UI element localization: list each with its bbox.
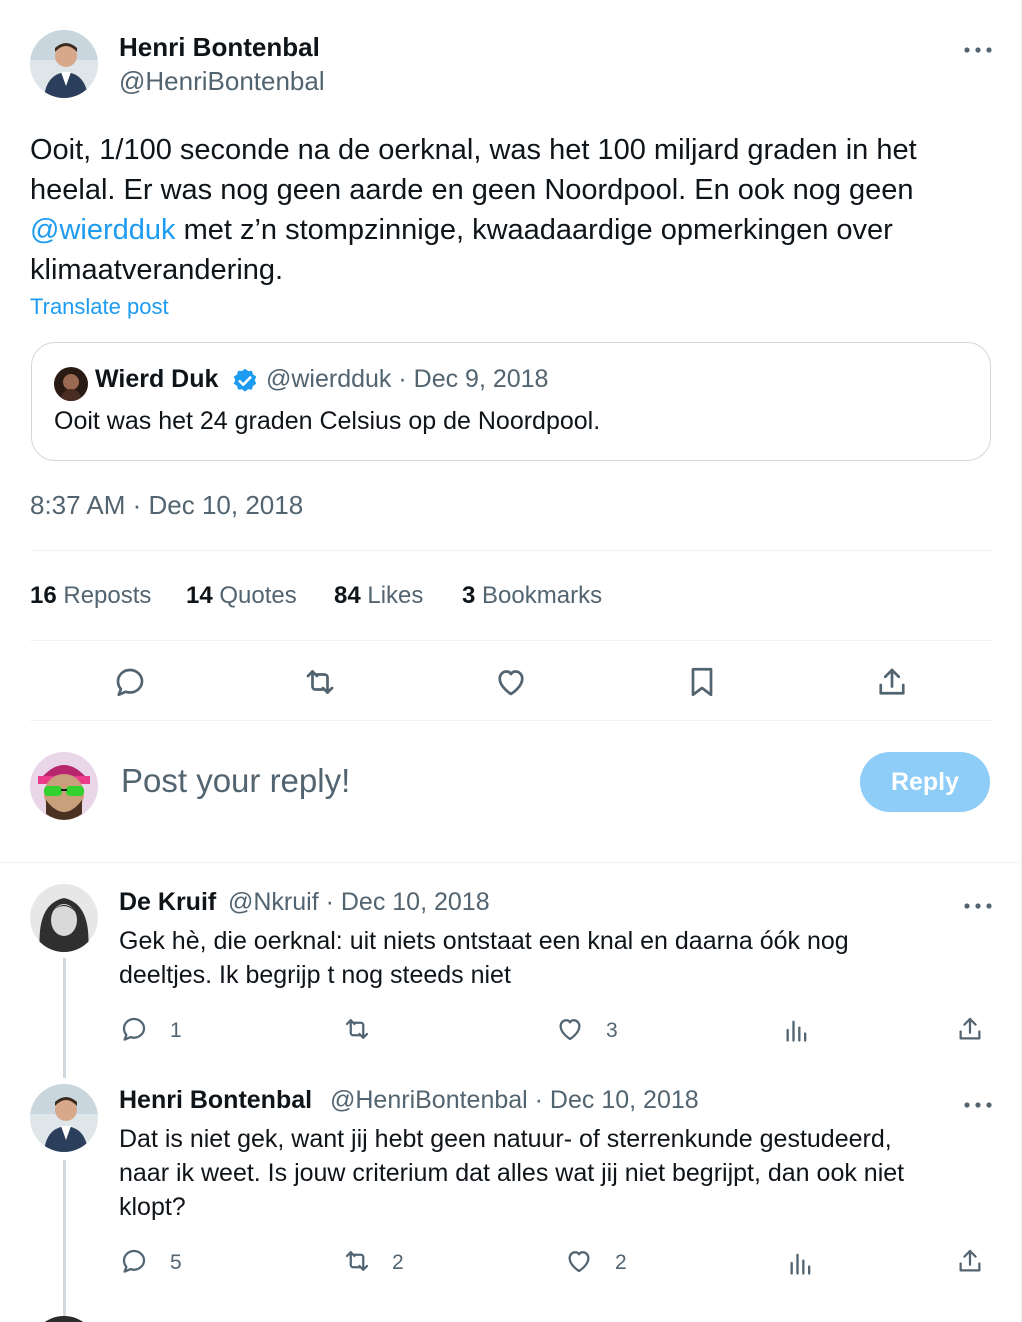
reply-text: Gek hè, die oerknal: uit niets ontstaat … (119, 924, 849, 992)
more-options-icon[interactable] (963, 42, 995, 53)
quoted-meta: @wierdduk · Dec 9, 2018 (266, 365, 549, 393)
share-icon[interactable] (874, 664, 910, 700)
like-count: 2 (615, 1251, 627, 1274)
next-reply-avatar[interactable] (30, 1316, 98, 1322)
author-avatar[interactable] (30, 30, 98, 98)
reply-count: 5 (170, 1251, 182, 1274)
repost-icon[interactable] (302, 664, 338, 700)
quotes-count: 14 (186, 582, 213, 609)
more-options-icon[interactable] (963, 1097, 995, 1108)
likes-count: 84 (334, 582, 361, 609)
bookmarks-stat[interactable]: 3 Bookmarks (462, 582, 602, 610)
divider (30, 720, 992, 721)
like-icon[interactable] (555, 1014, 585, 1044)
author-handle[interactable]: @HenriBontenbal (119, 66, 325, 97)
quoted-author-name[interactable]: Wierd Duk (95, 365, 218, 394)
quotes-stat[interactable]: 14 Quotes (186, 582, 297, 610)
tweet-timestamp[interactable]: 8:37 AM · Dec 10, 2018 (30, 490, 303, 521)
divider (30, 550, 992, 551)
reposts-count: 16 (30, 582, 57, 609)
mention-link[interactable]: @wierdduk (30, 214, 176, 246)
likes-stat[interactable]: 84 Likes (334, 582, 423, 610)
like-icon[interactable] (493, 664, 529, 700)
like-icon[interactable] (564, 1246, 594, 1276)
reply-count: 1 (170, 1019, 182, 1042)
thread-line (63, 1160, 66, 1322)
reply-text-line: naar ik weet. Is jouw criterium dat alle… (119, 1159, 905, 1187)
quoted-author-avatar[interactable] (54, 367, 88, 401)
views-icon[interactable] (783, 1016, 811, 1044)
bookmark-icon[interactable] (684, 664, 720, 700)
reply-text-line: Dat is niet gek, want jij hebt geen natu… (119, 1125, 892, 1153)
bookmarks-label: Bookmarks (482, 582, 603, 609)
reposts-label: Reposts (63, 582, 152, 609)
reply-author-avatar[interactable] (30, 1084, 98, 1152)
divider (30, 640, 992, 641)
tweet-text-line: heelal. Er was nog geen aarde en geen No… (30, 174, 914, 206)
quoted-tweet[interactable]: Wierd Duk @wierdduk · Dec 9, 2018 Ooit w… (31, 342, 991, 461)
reply-author-avatar[interactable] (30, 884, 98, 952)
reply-meta: @Nkruif · Dec 10, 2018 (228, 888, 490, 916)
tweet-text-line: Ooit, 1/100 seconde na de oerknal, was h… (30, 134, 917, 166)
like-count: 3 (606, 1019, 618, 1042)
bookmarks-count: 3 (462, 582, 476, 609)
divider (0, 862, 1020, 863)
current-user-avatar[interactable] (30, 752, 98, 820)
tweet-text-fragment: met z’n stompzinnige, kwaadaardige opmer… (183, 214, 893, 246)
translate-post-link[interactable]: Translate post (30, 294, 169, 320)
more-options-icon[interactable] (963, 898, 995, 909)
tweet-text-line: @wierdduk met z’n stompzinnige, kwaadaar… (30, 210, 970, 250)
tweet-text-line: klimaatverandering. (30, 254, 284, 286)
verified-badge-icon (231, 367, 259, 395)
reply-text-line: klopt? (119, 1193, 186, 1221)
likes-label: Likes (367, 582, 424, 609)
repost-icon[interactable] (342, 1014, 372, 1044)
reply-button[interactable]: Reply (860, 752, 990, 812)
thread-line (63, 958, 66, 1078)
reply-text-line: Gek hè, die oerknal: uit niets ontstaat … (119, 927, 849, 955)
reply-icon[interactable] (119, 1014, 149, 1044)
quoted-text: Ooit was het 24 graden Celsius op de Noo… (54, 407, 601, 435)
reply-icon[interactable] (112, 664, 148, 700)
repost-count: 2 (392, 1251, 404, 1274)
reply-text-line: deeltjes. Ik begrijp t nog steeds niet (119, 961, 511, 989)
reply-author-name[interactable]: Henri Bontenbal (119, 1086, 312, 1115)
views-icon[interactable] (787, 1249, 815, 1277)
quotes-label: Quotes (219, 582, 297, 609)
share-icon[interactable] (955, 1246, 985, 1276)
reply-text: Dat is niet gek, want jij hebt geen natu… (119, 1122, 904, 1224)
tweet-detail-page: Henri Bontenbal @HenriBontenbal Ooit, 1/… (0, 0, 1022, 1322)
reply-input[interactable]: Post your reply! (121, 762, 350, 800)
repost-icon[interactable] (342, 1246, 372, 1276)
share-icon[interactable] (955, 1014, 985, 1044)
author-name[interactable]: Henri Bontenbal (119, 32, 320, 63)
tweet-text: Ooit, 1/100 seconde na de oerknal, was h… (30, 130, 970, 290)
reply-meta: @HenriBontenbal · Dec 10, 2018 (330, 1086, 699, 1114)
reposts-stat[interactable]: 16 Reposts (30, 582, 151, 610)
reply-icon[interactable] (119, 1246, 149, 1276)
reply-author-name[interactable]: De Kruif (119, 888, 216, 917)
